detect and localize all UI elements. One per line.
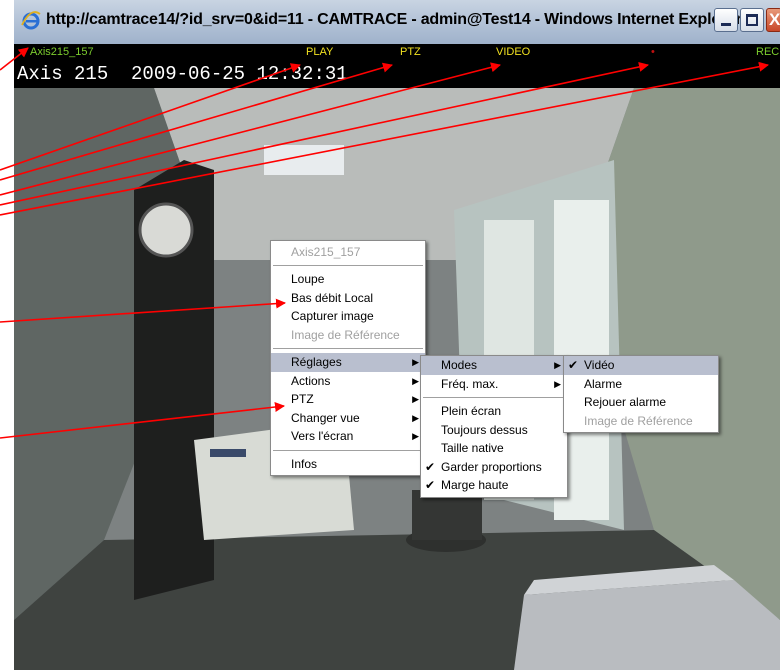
menu-item-label: Alarme [584,376,623,391]
window-title: http://camtrace14/?id_srv=0&id=11 - CAMT… [46,11,742,28]
menu-item-label: Taille native [441,441,504,455]
menu-item-label: Changer vue [291,410,360,425]
title-bar[interactable]: http://camtrace14/?id_srv=0&id=11 - CAMT… [14,0,780,44]
minimize-button[interactable] [714,8,738,32]
maximize-icon [746,14,758,26]
menu-separator [273,449,423,451]
menu-item-reglages[interactable]: Réglages ▶ [271,353,425,372]
submenu-arrow-icon: ▶ [554,360,561,370]
menu-item-rejouer-alarme[interactable]: Rejouer alarme [564,393,718,412]
close-button[interactable]: X [766,8,780,32]
checkmark-icon: ✔ [425,478,436,492]
menu-item-plein-ecran[interactable]: Plein écran [421,402,567,421]
menu-item-modes[interactable]: Modes ▶ [421,356,567,375]
menu-item-image-reference: Image de Référence [271,326,425,345]
submenu-arrow-icon: ▶ [412,431,419,441]
menu-separator [423,397,565,398]
menu-item-marge-haute[interactable]: ✔ Marge haute [421,476,567,495]
video-button[interactable]: VIDEO [496,46,530,58]
menu-item-changer-vue[interactable]: Changer vue ▶ [271,409,425,428]
menu-item-label: Vidéo [584,358,615,372]
submenu-arrow-icon: ▶ [412,357,419,367]
status-indicator[interactable]: • [651,46,655,58]
menu-item-label: Vers l'écran [291,429,354,443]
menu-item-capturer-image[interactable]: Capturer image [271,307,425,326]
menu-item-label: Actions [291,373,331,388]
menu-item-label: Toujours dessus [441,422,528,437]
menu-item-label: PTZ [291,392,314,406]
menu-item-label: Image de Référence [584,413,693,428]
reglages-submenu: Modes ▶ Fréq. max. ▶ Plein écran Toujours … [420,355,568,498]
play-button[interactable]: PLAY [306,46,333,58]
submenu-arrow-icon: ▶ [412,375,419,386]
submenu-arrow-icon: ▶ [412,412,419,423]
menu-item-vers-ecran[interactable]: Vers l'écran ▶ [271,427,425,446]
menu-item-label: Garder proportions [441,459,542,474]
menu-item-label: Fréq. max. [441,376,499,391]
minimize-icon [721,23,731,26]
menu-item-alarme[interactable]: Alarme [564,375,718,394]
checkmark-icon: ✔ [425,459,436,474]
menu-item-label: Plein écran [441,404,502,418]
submenu-arrow-icon: ▶ [554,378,561,389]
menu-item-label: Infos [291,456,318,471]
menu-item-ptz[interactable]: PTZ ▶ [271,390,425,409]
close-icon: X [769,10,780,29]
menu-item-bas-debit-local[interactable]: Bas débit Local [271,289,425,308]
menu-item-label: Marge haute [441,478,509,492]
modes-submenu: ✔ Vidéo Alarme Rejouer alarme Image de Ré… [563,355,719,433]
menu-item-label: Modes [441,358,478,372]
menu-item-label: Bas débit Local [291,290,374,305]
camera-toolbar: Axis215_157 PLAY PTZ VIDEO • REC [14,44,780,60]
menu-item-actions[interactable]: Actions ▶ [271,372,425,391]
video-osd-timestamp: Axis 215 2009-06-25 12:32:31 [14,60,780,88]
ie-logo-icon [21,11,41,30]
menu-item-taille-native[interactable]: Taille native [421,439,567,458]
maximize-button[interactable] [740,8,764,32]
rec-button[interactable]: REC [756,46,779,58]
context-menu-header: Axis215_157 [291,245,361,259]
menu-item-label: Réglages [291,355,342,369]
context-menu: Axis215_157 Loupe Bas débit Local Captur… [270,240,426,476]
menu-item-video[interactable]: ✔ Vidéo [564,356,718,375]
ptz-button[interactable]: PTZ [400,46,421,58]
menu-item-label: Rejouer alarme [584,395,667,409]
menu-item-label: Image de Référence [291,327,400,342]
checkmark-icon: ✔ [568,358,579,372]
menu-item-infos[interactable]: Infos [271,455,425,474]
menu-item-garder-proportions[interactable]: ✔ Garder proportions [421,458,567,477]
menu-separator [273,348,423,349]
menu-item-toujours-dessus[interactable]: Toujours dessus [421,421,567,440]
submenu-arrow-icon: ▶ [412,394,419,404]
menu-item-label: Loupe [291,272,325,286]
menu-item-label: Capturer image [291,309,374,323]
camera-name-label: Axis215_157 [30,46,94,58]
menu-item-image-reference-mode: Image de Référence [564,412,718,431]
menu-item-loupe[interactable]: Loupe [271,270,425,289]
menu-item-freq-max[interactable]: Fréq. max. ▶ [421,375,567,394]
